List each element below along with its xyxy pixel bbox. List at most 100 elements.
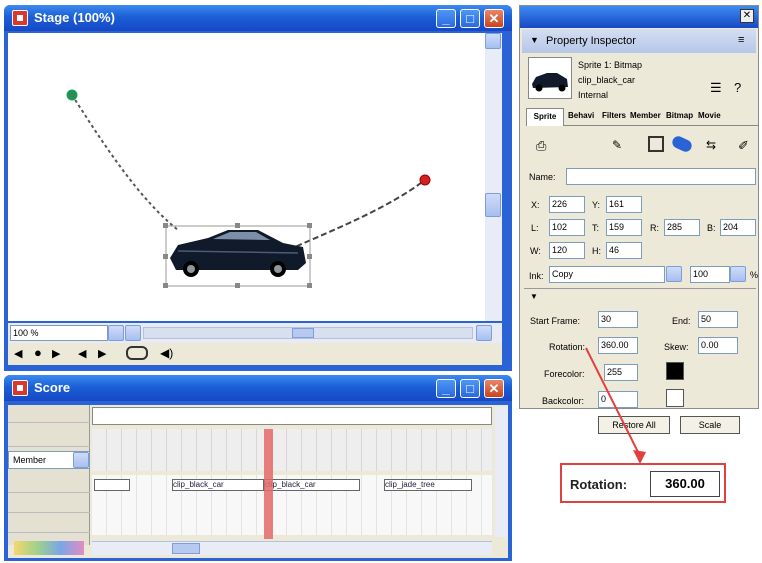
t-label: T:	[592, 223, 600, 233]
playback-controls: ◀ ● ▶ ◀ ▶ ◀)	[8, 343, 502, 365]
member-dropdown-button[interactable]	[73, 452, 89, 468]
score-sprite-cell-3[interactable]: clip_jade_tree	[384, 479, 472, 491]
divider	[524, 288, 756, 289]
maximize-icon: □	[466, 381, 474, 396]
sprite-timeline[interactable]: clip_black_car clip_black_car clip_jade_…	[92, 475, 492, 535]
zoom-select[interactable]: 100 %	[10, 325, 108, 341]
score-sprite-cell-1[interactable]: clip_black_car	[172, 479, 264, 491]
start-frame-field[interactable]: 30	[598, 311, 638, 328]
backcolor-chip[interactable]	[666, 389, 684, 407]
stage-vertical-scrollbar[interactable]	[485, 33, 502, 321]
rewind-icon[interactable]: ◀	[14, 347, 22, 360]
director-app-icon	[12, 10, 28, 26]
score-vertical-scrollbar[interactable]	[495, 407, 508, 537]
blend-field[interactable]: 100	[690, 266, 730, 283]
w-label: W:	[530, 246, 541, 256]
inspector-close-icon[interactable]: ✕	[740, 9, 754, 23]
scroll-left-button[interactable]	[125, 325, 141, 341]
inspector-tabs: Sprite Behavi Filters Member Bitmap Movi…	[526, 108, 758, 126]
playhead[interactable]	[264, 429, 273, 539]
sprite-channel-3[interactable]	[8, 515, 90, 533]
flip-icon[interactable]: ⇆	[706, 138, 716, 152]
member-select[interactable]: Member	[8, 451, 90, 469]
blend-dropdown-button[interactable]	[730, 266, 746, 282]
sprite-channel-1[interactable]	[8, 475, 90, 493]
score-minimize-button[interactable]: _	[436, 379, 456, 398]
path-end-point[interactable]	[419, 174, 431, 186]
scale-button[interactable]: Scale	[680, 416, 740, 434]
stage-zoom-bar: 100 %	[8, 323, 502, 343]
zoom-dropdown-button[interactable]	[108, 325, 124, 341]
stage-title-bar[interactable]: Stage (100%) _ □ ✕	[4, 5, 512, 31]
height-field[interactable]: 46	[606, 242, 642, 259]
score-title: Score	[34, 380, 71, 395]
minimize-button[interactable]: _	[436, 9, 456, 28]
frame-ruler[interactable]	[92, 429, 492, 471]
script-icon[interactable]: ✐	[738, 138, 749, 154]
tab-member[interactable]: Member	[630, 111, 661, 120]
section-expand-icon[interactable]: ▼	[530, 292, 538, 301]
stop-icon[interactable]: ●	[34, 345, 42, 360]
list-view-icon[interactable]: ☰	[710, 80, 722, 96]
y-label: Y:	[592, 200, 601, 210]
score-title-bar[interactable]: Score _ □ ✕	[4, 375, 512, 401]
callout-value: 360.00	[650, 471, 720, 497]
score-app-icon	[12, 380, 28, 396]
score-close-button[interactable]: ✕	[484, 379, 504, 398]
left-field[interactable]: 102	[549, 219, 585, 236]
inspector-title-strip: ✕	[520, 6, 758, 28]
score-horizontal-scrollbar[interactable]	[92, 541, 492, 555]
ink-label: Ink:	[529, 271, 544, 281]
sprite-channel-2[interactable]	[8, 495, 90, 513]
scroll-right-button[interactable]	[476, 325, 492, 341]
top-field[interactable]: 159	[606, 219, 642, 236]
panel-options-icon[interactable]: ≡	[738, 34, 744, 46]
step-forward-icon[interactable]: ▶	[98, 347, 106, 360]
play-icon[interactable]: ▶	[52, 347, 60, 360]
tab-sprite[interactable]: Sprite	[526, 108, 564, 126]
score-sprite-cell-2[interactable]: clip_black_car	[264, 479, 360, 491]
inspector-header[interactable]: ▼ Property Inspector ≡	[522, 29, 756, 53]
tab-behavior[interactable]: Behavi	[568, 111, 594, 120]
right-field[interactable]: 285	[664, 219, 700, 236]
x-label: X:	[531, 200, 540, 210]
maximize-button[interactable]: □	[460, 9, 480, 28]
skew-field[interactable]: 0.00	[698, 337, 738, 354]
stage-canvas[interactable]	[8, 33, 485, 321]
lock-icon[interactable]: ⎙	[536, 138, 546, 154]
frame-script-channel[interactable]	[92, 407, 492, 425]
x-field[interactable]: 226	[549, 196, 585, 213]
moveable-icon[interactable]	[648, 136, 664, 152]
callout-arrow	[585, 347, 646, 464]
bottom-field[interactable]: 204	[720, 219, 756, 236]
y-field[interactable]: 161	[606, 196, 642, 213]
tab-movie[interactable]: Movie	[698, 111, 721, 120]
sprite-info-cast: Internal	[578, 90, 609, 100]
score-maximize-button[interactable]: □	[460, 379, 480, 398]
tab-bitmap[interactable]: Bitmap	[666, 111, 693, 120]
width-field[interactable]: 120	[549, 242, 585, 259]
ink-dropdown-button[interactable]	[666, 266, 682, 282]
skew-label: Skew:	[664, 342, 689, 352]
path-start-point[interactable]	[66, 89, 78, 101]
stage-horizontal-scrollbar[interactable]	[143, 327, 473, 339]
loop-icon[interactable]	[126, 346, 148, 360]
forecolor-chip[interactable]	[666, 362, 684, 380]
close-button[interactable]: ✕	[484, 9, 504, 28]
editable-icon[interactable]: ✎	[612, 138, 622, 152]
tab-filters[interactable]: Filters	[602, 111, 626, 120]
collapse-arrow-icon[interactable]: ▼	[530, 35, 539, 45]
color-swatches[interactable]	[14, 541, 84, 555]
ink-select[interactable]: Copy	[549, 266, 665, 283]
step-back-icon[interactable]: ◀	[78, 347, 86, 360]
help-icon[interactable]: ?	[734, 80, 741, 95]
name-field[interactable]	[566, 168, 756, 185]
sprite-info-member: clip_black_car	[578, 75, 636, 85]
score-body: Member clip_black_car clip_black_car cli…	[8, 405, 508, 558]
sprite-info-type: Sprite 1: Bitmap	[578, 60, 643, 70]
stage-title: Stage (100%)	[34, 10, 115, 25]
volume-icon[interactable]: ◀)	[160, 346, 173, 360]
end-frame-field[interactable]: 50	[698, 311, 738, 328]
minimize-icon: _	[442, 11, 450, 26]
black-car-sprite[interactable]	[170, 230, 306, 277]
